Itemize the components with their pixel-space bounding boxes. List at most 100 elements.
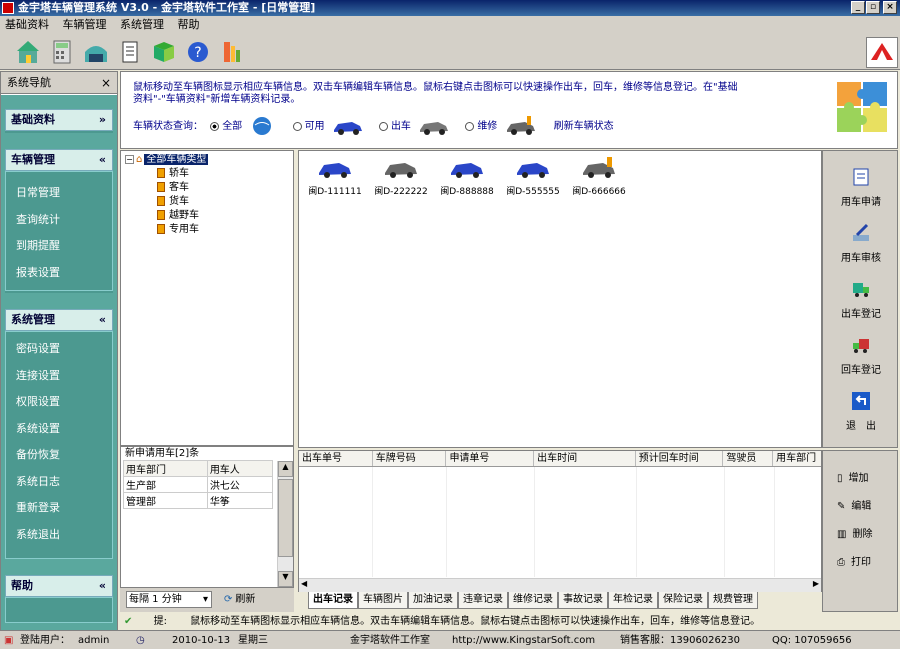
vehicle-item[interactable]: 闽D-888888 [437, 157, 497, 197]
tab-repair-records[interactable]: 维修记录 [508, 592, 558, 609]
filter-repair-label[interactable]: 维修 [477, 121, 497, 132]
filter-all-label[interactable]: 全部 [222, 121, 242, 132]
tab-vehicle-photos[interactable]: 车辆图片 [358, 592, 408, 609]
restore-button[interactable]: ▫ [866, 1, 880, 14]
menu-system-mgmt[interactable]: 系统管理 [115, 16, 169, 34]
group-basic-data[interactable]: 基础资料 » [5, 109, 113, 133]
close-sidebar-icon[interactable]: × [101, 72, 111, 94]
nav-backup-restore[interactable]: 备份恢复 [6, 442, 112, 469]
nav-daily-management[interactable]: 日常管理 [6, 180, 112, 207]
tree-node-label[interactable]: 越野车 [169, 210, 199, 221]
col-department[interactable]: 用车部门 [773, 451, 821, 466]
garage-icon[interactable] [82, 38, 110, 66]
col-out-no[interactable]: 出车单号 [299, 451, 373, 466]
vertical-scrollbar[interactable]: ▲ ▼ [277, 461, 293, 587]
cell-user[interactable]: 华筝 [206, 492, 274, 509]
nav-system-exit[interactable]: 系统退出 [6, 522, 112, 549]
dispatch-button[interactable]: 出车登记 [823, 279, 899, 320]
scroll-thumb[interactable] [278, 479, 293, 557]
document-icon[interactable] [116, 38, 144, 66]
col-user[interactable]: 用车人 [206, 460, 274, 477]
status-url[interactable]: http://www.KingstarSoft.com [452, 631, 595, 649]
cell-department[interactable]: 生产部 [123, 476, 208, 493]
table-row[interactable]: 生产部 洪七公 [123, 476, 274, 493]
radio-icon[interactable] [465, 121, 475, 131]
group-vehicle-mgmt-header[interactable]: 车辆管理 « [5, 149, 113, 171]
book-icon[interactable] [150, 38, 178, 66]
tree-node[interactable]: 轿车 [125, 167, 293, 181]
tab-fee-management[interactable]: 规费管理 [708, 592, 758, 609]
menu-vehicle-mgmt[interactable]: 车辆管理 [58, 16, 112, 34]
col-return-time[interactable]: 预计回车时间 [636, 451, 724, 466]
table-row[interactable]: 管理部 华筝 [123, 492, 274, 509]
tree-node-label[interactable]: 客车 [169, 182, 189, 193]
home-icon[interactable] [14, 38, 42, 66]
tab-inspection-records[interactable]: 年检记录 [608, 592, 658, 609]
exit-button[interactable]: 退 出 [823, 391, 899, 432]
tab-violation-records[interactable]: 违章记录 [458, 592, 508, 609]
col-plate[interactable]: 车牌号码 [373, 451, 447, 466]
car-icon[interactable] [383, 157, 419, 179]
delete-button[interactable]: ▥ 删除 [837, 525, 872, 545]
car-icon[interactable] [515, 157, 551, 179]
menu-help[interactable]: 帮助 [173, 16, 205, 34]
group-basic-data-header[interactable]: 基础资料 » [5, 109, 113, 131]
tree-node[interactable]: 客车 [125, 181, 293, 195]
tree-node-label[interactable]: 专用车 [169, 224, 199, 235]
repair-car-icon[interactable] [581, 157, 617, 179]
tab-accident-records[interactable]: 事故记录 [558, 592, 608, 609]
tab-fuel-records[interactable]: 加油记录 [408, 592, 458, 609]
nav-system-log[interactable]: 系统日志 [6, 469, 112, 496]
interval-refresh-button[interactable]: ⟳ 刷新 [224, 591, 255, 608]
filter-repair-radio[interactable]: 维修 [465, 121, 497, 132]
car-icon[interactable] [317, 157, 353, 179]
close-window-button[interactable]: × [883, 1, 897, 14]
nav-expiry-reminder[interactable]: 到期提醒 [6, 233, 112, 260]
vehicle-item[interactable]: 闽D-222222 [371, 157, 431, 197]
edit-button[interactable]: ✎ 编辑 [837, 497, 871, 517]
calculator-icon[interactable] [48, 38, 76, 66]
car-icon[interactable] [449, 157, 485, 179]
nav-permission-settings[interactable]: 权限设置 [6, 389, 112, 416]
collapse-icon[interactable]: − [125, 154, 134, 164]
filter-available-label[interactable]: 可用 [305, 121, 325, 132]
vehicle-item[interactable]: 闽D-555555 [503, 157, 563, 197]
tree-root[interactable]: − ⌂ 全部车辆类型 [125, 153, 293, 167]
col-apply-no[interactable]: 申请单号 [446, 451, 535, 466]
exit-icon[interactable] [218, 38, 246, 66]
tab-out-records[interactable]: 出车记录 [308, 592, 358, 609]
filter-available-radio[interactable]: 可用 [292, 121, 325, 132]
cell-department[interactable]: 管理部 [123, 492, 208, 509]
tree-node-label[interactable]: 货车 [169, 196, 189, 207]
filter-out-radio[interactable]: 出车 [378, 121, 411, 132]
filter-out-label[interactable]: 出车 [391, 121, 411, 132]
col-driver[interactable]: 驾驶员 [723, 451, 774, 466]
nav-report-settings[interactable]: 报表设置 [6, 260, 112, 287]
print-button[interactable]: ⎙ 打印 [837, 553, 871, 573]
filter-all-radio[interactable]: 全部 [210, 121, 242, 132]
return-button[interactable]: 回车登记 [823, 335, 899, 376]
scroll-down-icon[interactable]: ▼ [278, 571, 293, 587]
refresh-status-link[interactable]: 刷新车辆状态 [554, 121, 614, 132]
radio-icon[interactable] [292, 121, 302, 131]
tree-root-label[interactable]: 全部车辆类型 [144, 154, 209, 165]
group-help-header[interactable]: 帮助 « [5, 575, 113, 597]
vehicle-item[interactable]: 闽D-111111 [305, 157, 365, 197]
nav-query-statistics[interactable]: 查询统计 [6, 207, 112, 234]
help-icon[interactable]: ? [184, 38, 212, 66]
scroll-right-icon[interactable]: ▶ [813, 579, 819, 588]
tree-node[interactable]: 越野车 [125, 209, 293, 223]
tree-node[interactable]: 货车 [125, 195, 293, 209]
radio-selected-icon[interactable] [210, 121, 220, 131]
vehicle-item[interactable]: 闽D-666666 [569, 157, 629, 197]
col-out-time[interactable]: 出车时间 [534, 451, 636, 466]
review-button[interactable]: 用车审核 [823, 223, 899, 264]
cell-user[interactable]: 洪七公 [206, 476, 274, 493]
col-department[interactable]: 用车部门 [123, 460, 208, 477]
nav-relogin[interactable]: 重新登录 [6, 495, 112, 522]
apply-button[interactable]: 用车申请 [823, 167, 899, 208]
nav-system-settings[interactable]: 系统设置 [6, 416, 112, 443]
nav-connection-settings[interactable]: 连接设置 [6, 363, 112, 390]
tree-node-label[interactable]: 轿车 [169, 168, 189, 179]
minimize-button[interactable]: _ [851, 1, 865, 14]
